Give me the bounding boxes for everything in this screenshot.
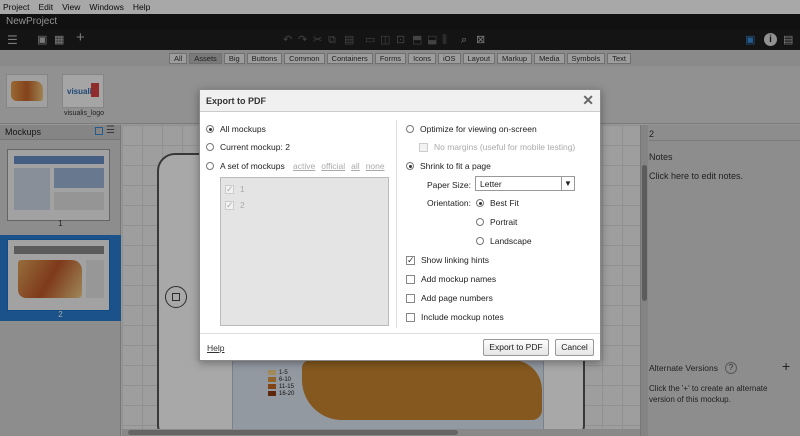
no-margins-checkbox[interactable] [419,142,428,152]
export-pdf-dialog: Export to PDF ✕ All mockups Current mock… [199,89,601,361]
include-notes-option[interactable]: Include mockup notes [406,312,504,322]
shrink-option[interactable]: Shrink to fit a page [406,161,491,171]
all-mockups-radio[interactable] [206,125,214,133]
landscape-label: Landscape [490,236,532,246]
orientation-landscape[interactable]: Landscape [476,236,532,246]
mockup-list-item-2[interactable]: ✓ 2 [225,200,245,210]
close-icon[interactable]: ✕ [582,93,594,107]
mockup-2-label: 2 [240,200,245,210]
include-notes-label: Include mockup notes [421,312,504,322]
add-numbers-label: Add page numbers [421,293,493,303]
add-numbers-checkbox[interactable] [406,293,415,303]
mockup-2-checkbox[interactable]: ✓ [225,200,234,210]
set-of-mockups-radio[interactable] [206,162,214,170]
add-names-label: Add mockup names [421,274,497,284]
paper-size-select[interactable]: Letter ▼ [475,176,575,191]
link-all[interactable]: all [351,161,360,171]
optimize-label: Optimize for viewing on-screen [420,124,537,134]
dialog-title: Export to PDF [206,96,266,106]
set-of-mockups-label: A set of mockups [220,161,285,171]
mockup-1-checkbox[interactable]: ✓ [225,184,234,194]
portrait-radio[interactable] [476,218,484,226]
export-to-pdf-button[interactable]: Export to PDF [483,339,549,356]
set-filter-links: active official all none [293,161,385,171]
mockup-list-item-1[interactable]: ✓ 1 [225,184,245,194]
mockup-1-label: 1 [240,184,245,194]
include-notes-checkbox[interactable] [406,312,415,322]
paper-size-label: Paper Size: [427,180,471,190]
help-link[interactable]: Help [207,343,224,353]
all-mockups-label: All mockups [220,124,266,134]
add-names-option[interactable]: Add mockup names [406,274,496,284]
landscape-radio[interactable] [476,237,484,245]
optimize-radio[interactable] [406,125,414,133]
show-linking-option[interactable]: ✓ Show linking hints [406,255,489,265]
orientation-label: Orientation: [427,198,471,208]
link-none[interactable]: none [366,161,385,171]
column-divider [396,120,397,328]
orientation-best-fit[interactable]: Best Fit [476,198,519,208]
dialog-header: Export to PDF ✕ [200,90,600,112]
paper-size-value: Letter [480,179,502,189]
footer-divider [200,333,600,334]
portrait-label: Portrait [490,217,518,227]
best-fit-label: Best Fit [490,198,519,208]
chevron-down-icon[interactable]: ▼ [561,177,574,190]
cancel-button[interactable]: Cancel [555,339,594,356]
link-official[interactable]: official [321,161,345,171]
orientation-portrait[interactable]: Portrait [476,217,517,227]
no-margins-option[interactable]: No margins (useful for mobile testing) [419,142,575,152]
optimize-option[interactable]: Optimize for viewing on-screen [406,124,537,134]
shrink-radio[interactable] [406,162,414,170]
shrink-label: Shrink to fit a page [420,161,491,171]
current-mockup-option[interactable]: Current mockup: 2 [206,142,290,152]
current-mockup-label: Current mockup: 2 [220,142,290,152]
set-of-mockups-option[interactable]: A set of mockups [206,161,285,171]
best-fit-radio[interactable] [476,199,484,207]
show-linking-label: Show linking hints [421,255,490,265]
add-names-checkbox[interactable] [406,274,415,284]
show-linking-checkbox[interactable]: ✓ [406,255,415,265]
add-numbers-option[interactable]: Add page numbers [406,293,493,303]
no-margins-label: No margins (useful for mobile testing) [434,142,576,152]
mockup-list-box[interactable]: ✓ 1 ✓ 2 [220,177,389,326]
all-mockups-option[interactable]: All mockups [206,124,266,134]
current-mockup-radio[interactable] [206,143,214,151]
link-active[interactable]: active [293,161,315,171]
